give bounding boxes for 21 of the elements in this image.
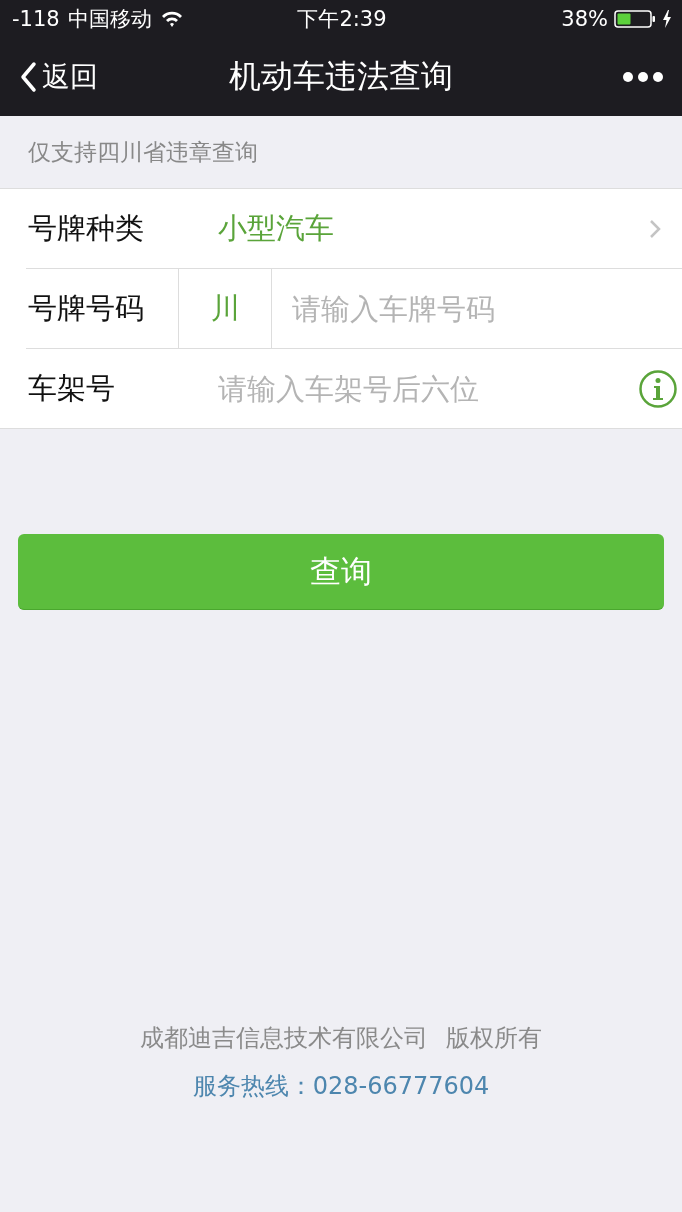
signal-strength: -118 bbox=[12, 7, 60, 31]
clock-time: 下午2:39 bbox=[297, 7, 387, 31]
plate-number-field[interactable]: 请输入车牌号码 bbox=[272, 268, 682, 349]
more-icon[interactable] bbox=[622, 71, 664, 83]
field-label: 车架号 bbox=[27, 369, 116, 407]
carrier-name: 中国移动 bbox=[67, 6, 152, 33]
copyright-text: 成都迪吉信息技术有限公司 版权所有 bbox=[140, 1023, 542, 1054]
field-label: 号牌种类 bbox=[27, 209, 145, 247]
page-title: 机动车违法查询 bbox=[229, 57, 453, 95]
field-label: 号牌号码 bbox=[27, 289, 145, 327]
battery-percent: 38% bbox=[561, 7, 608, 31]
vin-field[interactable]: 请输入车架号后六位 bbox=[218, 348, 638, 429]
notice-text: 仅支持四川省违章查询 bbox=[28, 137, 258, 167]
plate-type-select[interactable]: 小型汽车 bbox=[178, 189, 682, 268]
hotline-link[interactable]: 服务热线：028-66777604 bbox=[192, 1070, 490, 1102]
back-button[interactable]: 返回 bbox=[18, 58, 98, 96]
chevron-left-icon bbox=[18, 61, 38, 93]
province-select[interactable]: 川 bbox=[178, 269, 272, 348]
battery-icon bbox=[614, 10, 656, 28]
query-button[interactable]: 查询 bbox=[18, 534, 664, 610]
info-icon[interactable] bbox=[638, 368, 678, 409]
